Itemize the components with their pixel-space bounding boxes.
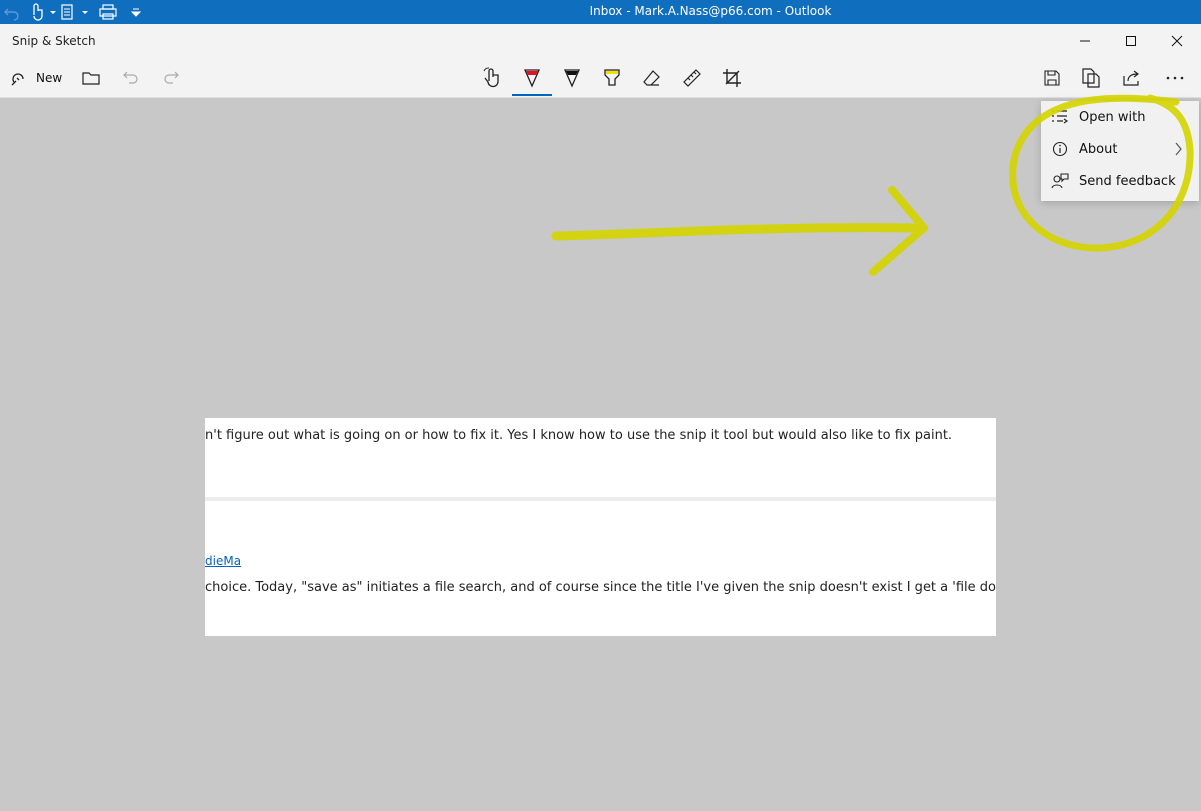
- info-icon: [1052, 141, 1068, 157]
- maximize-icon: [1126, 36, 1136, 46]
- highlighter-button[interactable]: [600, 58, 624, 97]
- touch-mode-icon[interactable]: [28, 2, 56, 22]
- maximize-button[interactable]: [1108, 24, 1154, 58]
- toolbar: New: [0, 58, 1201, 98]
- feedback-icon: [1051, 173, 1069, 189]
- active-tool-indicator: [512, 94, 552, 96]
- redo-button[interactable]: [160, 58, 182, 97]
- minimize-icon: [1080, 40, 1090, 42]
- share-button[interactable]: [1122, 58, 1142, 97]
- app-title-bar: Snip & Sketch: [0, 24, 1201, 58]
- close-icon: [1171, 35, 1183, 47]
- ballpoint-pen-icon: [524, 68, 540, 88]
- snip-text-line-2: choice. Today, "save as" initiates a fil…: [205, 580, 996, 595]
- print-icon[interactable]: [99, 2, 119, 22]
- new-button-label: New: [36, 70, 63, 85]
- more-icon: [1166, 76, 1184, 79]
- minimize-button[interactable]: [1062, 24, 1108, 58]
- undo-icon[interactable]: [3, 2, 21, 22]
- pencil-button[interactable]: [560, 58, 584, 97]
- ballpoint-pen-button[interactable]: [520, 58, 544, 97]
- snip-user-link: dieMa: [205, 554, 242, 568]
- eraser-icon: [643, 69, 660, 86]
- save-icon: [1044, 69, 1060, 86]
- menu-item-label: Open with: [1079, 109, 1146, 125]
- outlook-title-bar: Inbox - Mark.A.Nass@p66.com - Outlook: [0, 0, 1201, 24]
- outlook-window-title: Inbox - Mark.A.Nass@p66.com - Outlook: [589, 4, 832, 18]
- touch-writing-icon: [483, 67, 499, 87]
- format-icon[interactable]: [60, 2, 90, 22]
- copy-icon: [1082, 67, 1100, 88]
- open-file-button[interactable]: [80, 58, 102, 97]
- snip-text-line-1: n't figure out what is going on or how t…: [205, 428, 953, 443]
- arrow-annotation: [551, 223, 925, 241]
- menu-item-send-feedback[interactable]: Send feedback: [1041, 165, 1199, 197]
- save-button[interactable]: [1042, 58, 1062, 97]
- highlighter-icon: [604, 68, 620, 86]
- menu-item-label: Send feedback: [1079, 173, 1176, 189]
- open-with-icon: [1052, 110, 1069, 124]
- touch-writing-button[interactable]: [480, 58, 504, 97]
- crop-icon: [723, 68, 741, 87]
- customize-quick-access-icon[interactable]: [130, 2, 142, 22]
- undo-button[interactable]: [120, 58, 142, 97]
- share-icon: [1123, 70, 1139, 86]
- copy-button[interactable]: [1080, 58, 1102, 97]
- highlighter-annotation: [551, 94, 1194, 276]
- snip-divider: [205, 497, 996, 501]
- pencil-icon: [564, 68, 580, 88]
- crop-button[interactable]: [720, 58, 744, 97]
- undo-icon: [123, 71, 138, 84]
- snip-image: n't figure out what is going on or how t…: [205, 418, 996, 636]
- new-snip-icon: [11, 72, 24, 85]
- ruler-button[interactable]: [680, 58, 704, 97]
- see-more-button[interactable]: [1162, 58, 1188, 97]
- folder-icon: [82, 71, 100, 85]
- ruler-icon: [683, 68, 701, 87]
- redo-icon: [164, 71, 179, 84]
- arrowhead-annotation: [869, 186, 928, 276]
- menu-item-open-with[interactable]: Open with: [1041, 101, 1199, 133]
- eraser-button[interactable]: [640, 58, 664, 97]
- new-button[interactable]: New: [10, 58, 62, 97]
- close-button[interactable]: [1154, 24, 1200, 58]
- app-title: Snip & Sketch: [12, 34, 96, 48]
- menu-item-label: About: [1079, 141, 1118, 157]
- chevron-right-icon: [1175, 142, 1182, 156]
